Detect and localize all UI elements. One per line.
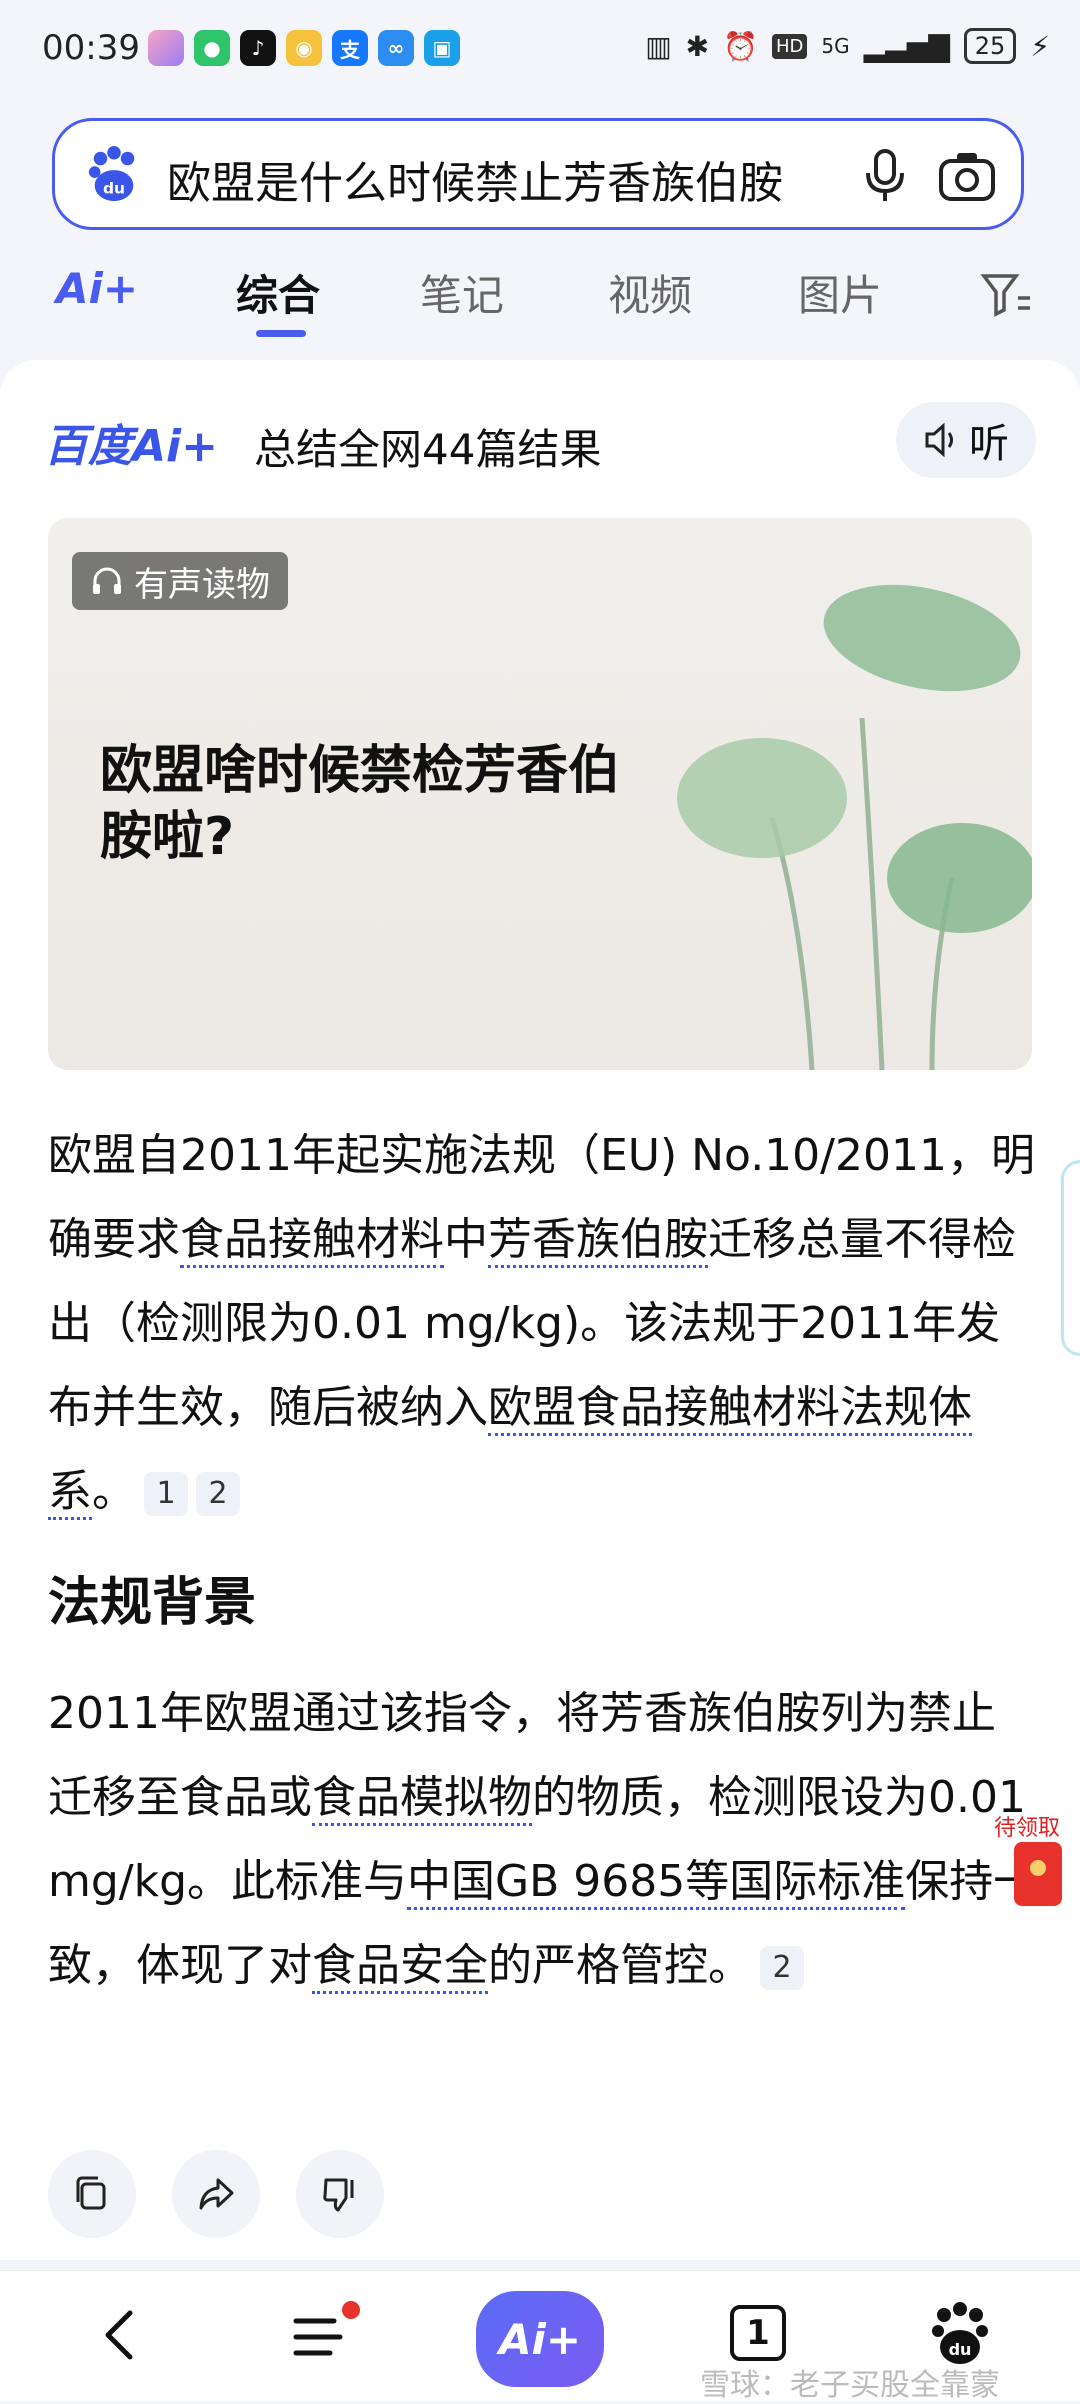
menu-icon[interactable] [290,2307,350,2367]
tab-bar: Ai+ 综合 笔记 视频 图片 [0,250,1080,350]
red-packet-widget[interactable]: 待领取 [994,1810,1080,1920]
share-icon [199,2178,234,2210]
entity-link[interactable]: 芳香族伯胺 [488,1214,708,1268]
red-packet-label: 待领取 [994,1816,1061,1841]
svg-text:du: du [949,2340,972,2359]
section-heading: 法规背景 [48,1573,257,1633]
camera-icon[interactable] [935,147,999,207]
filter-icon[interactable] [980,270,1032,320]
ai-summary-card: 百度Ai+ 总结全网44篇结果 听 有声读物 欧盟啥时候禁检芳香伯胺啦? 欧盟自… [0,360,1080,2260]
status-bar: 00:39 ● ♪ ◉ 支 ∞ ▣ ▥ ✱ ⏰ HD 5G ▂▃▅▇ 25 ⚡ [0,0,1080,100]
entity-link[interactable]: 食品模拟物 [312,1772,532,1826]
answer-paragraph-2: 2011年欧盟通过该指令，将芳香族伯胺列为禁止迁移至食品或食品模拟物的物质，检测… [48,1672,1038,2008]
signal-label: 5G [821,34,850,58]
audiobook-badge: 有声读物 [72,552,288,610]
battery-icon: 25 [963,28,1017,64]
svg-text:du: du [103,179,125,197]
ai-card-header: 百度Ai+ 总结全网44篇结果 听 [44,402,1036,480]
tab-comprehensive[interactable]: 综合 [236,262,320,323]
entity-link[interactable]: 食品接触材料 [180,1214,444,1268]
tabs-count-button[interactable]: 1 [730,2305,786,2361]
nfc-icon: ▥ [645,29,672,63]
citation-badge[interactable]: 2 [760,1946,804,1990]
microphone-icon[interactable] [855,145,915,205]
message-app-icon: ● [194,30,230,66]
listen-button[interactable]: 听 [896,402,1036,478]
alipay-icon: 支 [332,30,368,66]
tab-ai[interactable]: Ai+ [56,264,138,313]
tab-video[interactable]: 视频 [608,262,692,323]
citation-badge[interactable]: 1 [144,1472,188,1516]
hd-badge: HD [772,33,808,59]
answer-text: 。 [92,1466,136,1517]
citation-badge[interactable]: 2 [196,1472,240,1516]
app-notification-icon [148,30,184,66]
alarm-icon: ⏰ [723,29,758,63]
audiobook-title: 欧盟啥时候禁检芳香伯胺啦? [100,741,621,867]
side-panel-handle[interactable] [1061,1160,1080,1356]
speaker-icon [925,422,953,458]
search-box[interactable]: du 欧盟是什么时候禁止芳香族伯胺 [52,118,1024,230]
answer-actions [48,2150,384,2238]
red-packet-icon [1014,1842,1062,1906]
listen-label: 听 [969,421,1009,467]
baidu-home-icon[interactable]: du [930,2301,990,2367]
answer-paragraph-1: 欧盟自2011年起实施法规（EU) No.10/2011，明确要求食品接触材料中… [48,1114,1038,1534]
answer-text: 的严格管控。 [488,1940,752,1991]
status-indicators: ▥ ✱ ⏰ HD 5G ▂▃▅▇ 25 ⚡ [645,28,1050,64]
audiobook-badge-label: 有声读物 [134,564,270,605]
entity-link[interactable]: 中国GB 9685等国际标准 [407,1856,906,1910]
headphones-icon [93,567,121,594]
entity-link[interactable]: 食品安全 [312,1940,488,1994]
notification-icons: ● ♪ ◉ 支 ∞ ▣ [148,30,460,66]
baidu-ai-logo: 百度Ai+ [44,421,219,472]
thumbs-down-icon [323,2178,354,2212]
bluetooth-icon: ✱ [685,29,710,63]
tab-images[interactable]: 图片 [798,262,882,323]
signal-icon: ▂▃▅▇ [863,29,950,63]
weibo-icon: ◉ [286,30,322,66]
tiktok-icon: ♪ [240,30,276,66]
copy-icon [76,2176,106,2210]
ai-assistant-button[interactable]: Ai+ [476,2291,604,2387]
dislike-button[interactable] [296,2150,384,2238]
tab-notes[interactable]: 笔记 [420,262,504,323]
active-tab-indicator [256,330,306,337]
status-time: 00:39 [42,28,140,68]
copy-button[interactable] [48,2150,136,2238]
app-icon-blue: ∞ [378,30,414,66]
app-icon-cyan: ▣ [424,30,460,66]
summary-caption: 总结全网44篇结果 [254,425,602,474]
audiobook-card[interactable]: 有声读物 欧盟啥时候禁检芳香伯胺啦? [48,518,1032,1070]
watermark: 雪球：老子买股全靠蒙 [700,2368,1000,2403]
answer-text: 中 [444,1214,488,1265]
lotus-leaf-illustration [677,584,1032,1070]
search-input[interactable]: 欧盟是什么时候禁止芳香族伯胺 [167,147,867,211]
back-icon[interactable] [92,2305,152,2365]
baidu-logo-icon: du [88,145,135,202]
notification-dot [342,2301,360,2319]
charging-icon: ⚡ [1030,29,1050,63]
share-button[interactable] [172,2150,260,2238]
